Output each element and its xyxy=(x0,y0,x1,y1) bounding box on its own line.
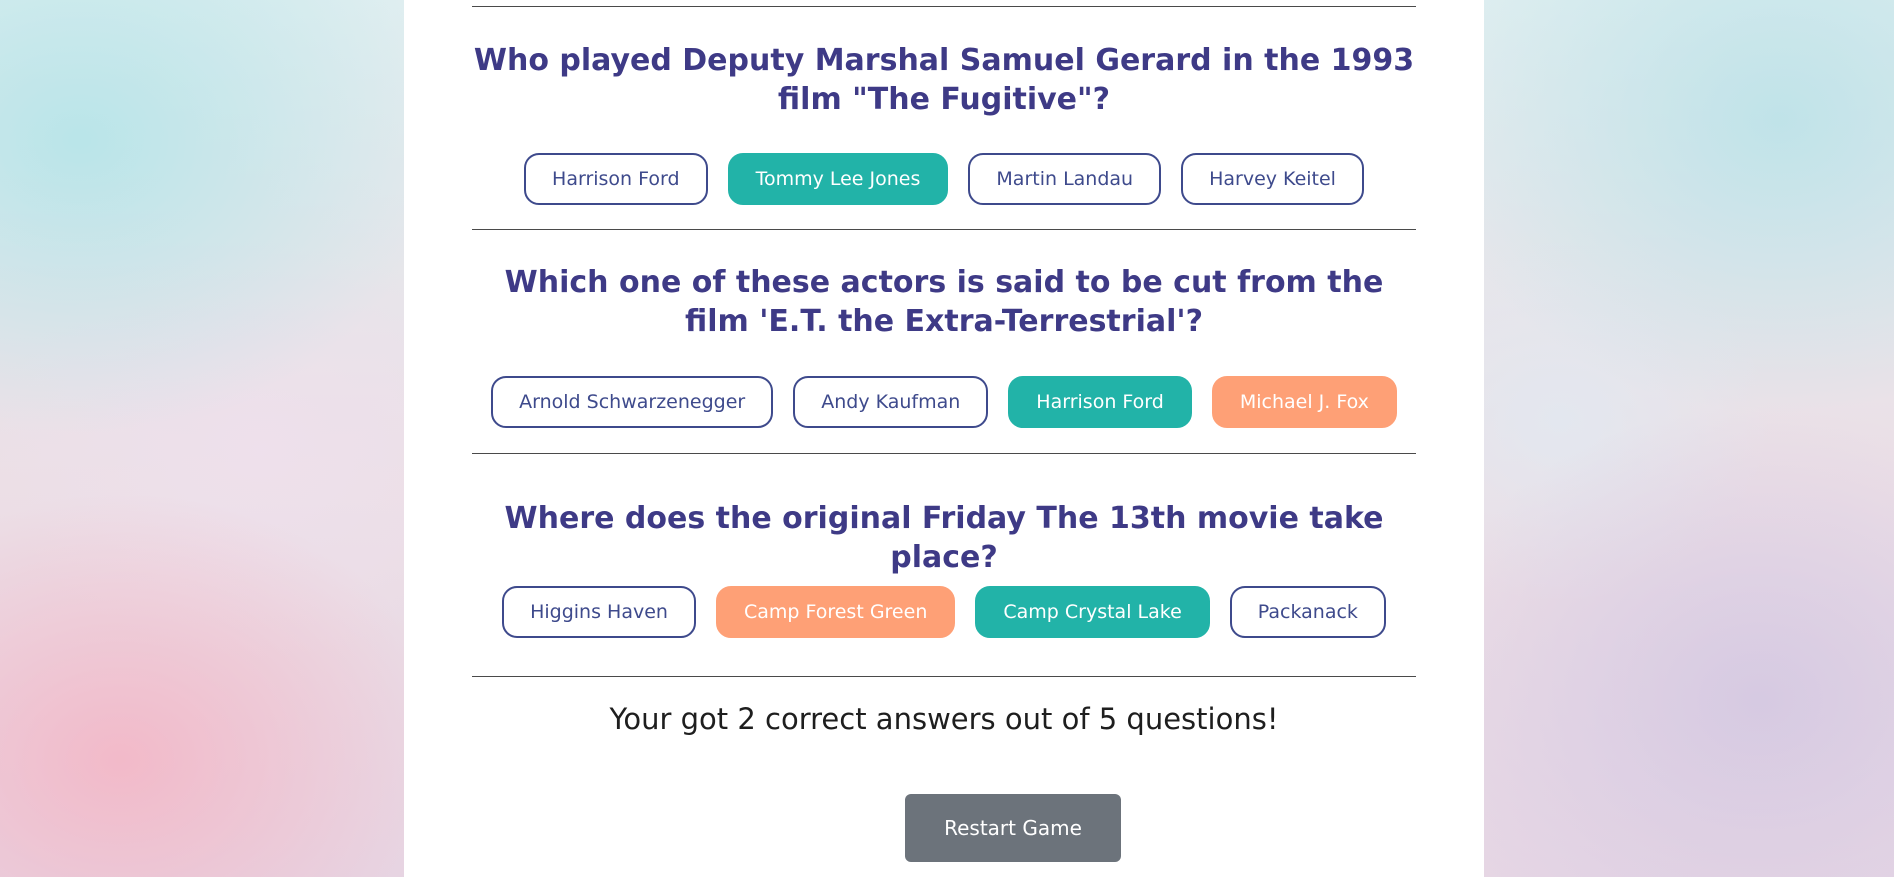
answer-button[interactable]: Packanack xyxy=(1229,586,1386,638)
answer-list: Higgins Haven Camp Forest Green Camp Cry… xyxy=(472,586,1416,638)
answer-button[interactable]: Andy Kaufman xyxy=(793,376,989,428)
answer-button-correct[interactable]: Camp Crystal Lake xyxy=(975,586,1210,638)
question-text: Which one of these actors is said to be … xyxy=(504,265,1384,339)
quiz-panel: Who played Deputy Marshal Samuel Gerard … xyxy=(404,0,1484,877)
answer-button-wrong[interactable]: Camp Forest Green xyxy=(715,586,956,638)
answer-button[interactable]: Higgins Haven xyxy=(502,586,696,638)
question-text: Who played Deputy Marshal Samuel Gerard … xyxy=(473,43,1415,117)
answer-list: Arnold Schwarzenegger Andy Kaufman Harri… xyxy=(472,376,1416,428)
score-message: Your got 2 correct answers out of 5 ques… xyxy=(609,702,1279,736)
answer-button-correct[interactable]: Tommy Lee Jones xyxy=(727,153,949,205)
answer-button-correct[interactable]: Harrison Ford xyxy=(1008,376,1192,428)
answer-button[interactable]: Martin Landau xyxy=(968,153,1162,205)
answer-button[interactable]: Harrison Ford xyxy=(524,153,708,205)
divider xyxy=(472,453,1416,454)
answer-list: Harrison Ford Tommy Lee Jones Martin Lan… xyxy=(472,153,1416,205)
divider xyxy=(472,6,1416,7)
divider xyxy=(472,676,1416,677)
divider xyxy=(472,229,1416,230)
answer-button-wrong[interactable]: Michael J. Fox xyxy=(1211,376,1397,428)
answer-button[interactable]: Arnold Schwarzenegger xyxy=(491,376,774,428)
answer-button[interactable]: Harvey Keitel xyxy=(1181,153,1364,205)
restart-game-button[interactable]: Restart Game xyxy=(905,794,1121,862)
question-text: Where does the original Friday The 13th … xyxy=(504,501,1384,575)
